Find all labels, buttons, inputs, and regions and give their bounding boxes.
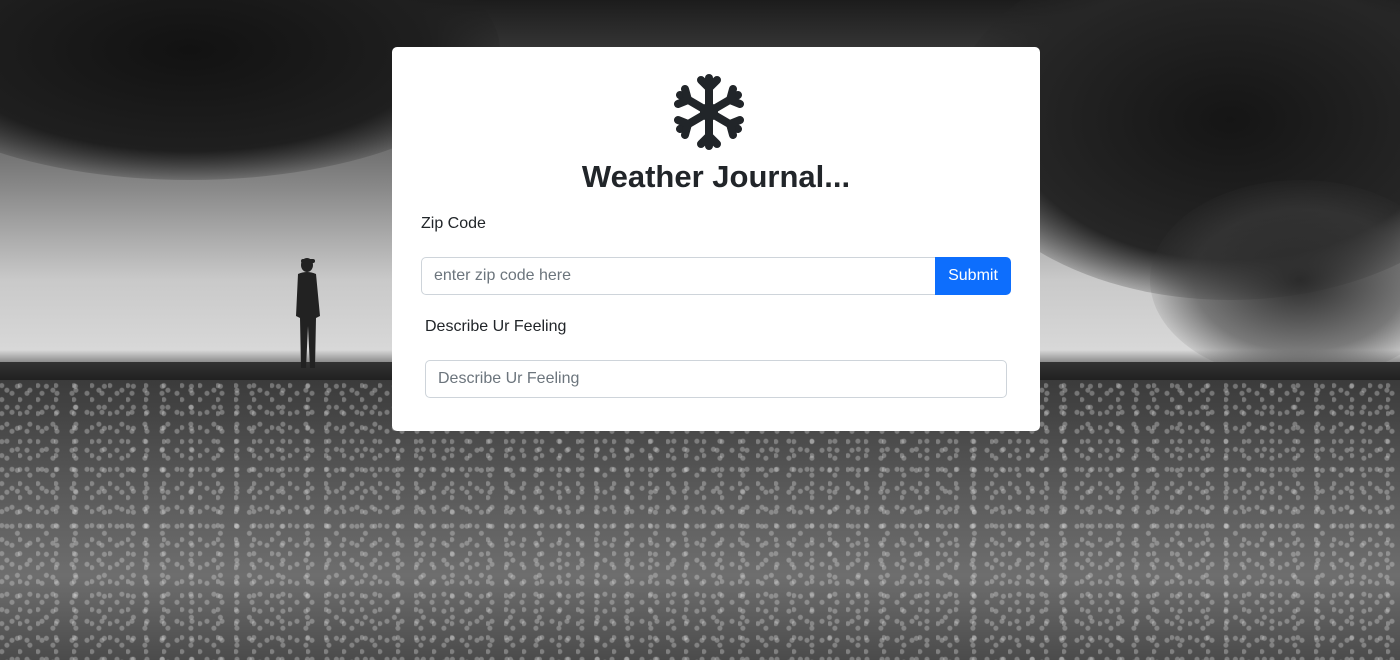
page-title: Weather Journal... [581, 159, 851, 194]
journal-card: Weather Journal... Zip Code Submit Descr… [392, 47, 1040, 431]
zip-code-label: Zip Code [421, 215, 486, 232]
feeling-input[interactable] [425, 360, 1007, 398]
zip-code-input[interactable] [421, 257, 936, 295]
submit-button[interactable]: Submit [935, 257, 1011, 295]
snowflake-icon [674, 74, 744, 150]
feeling-label: Describe Ur Feeling [425, 318, 567, 335]
person-silhouette [296, 258, 320, 368]
